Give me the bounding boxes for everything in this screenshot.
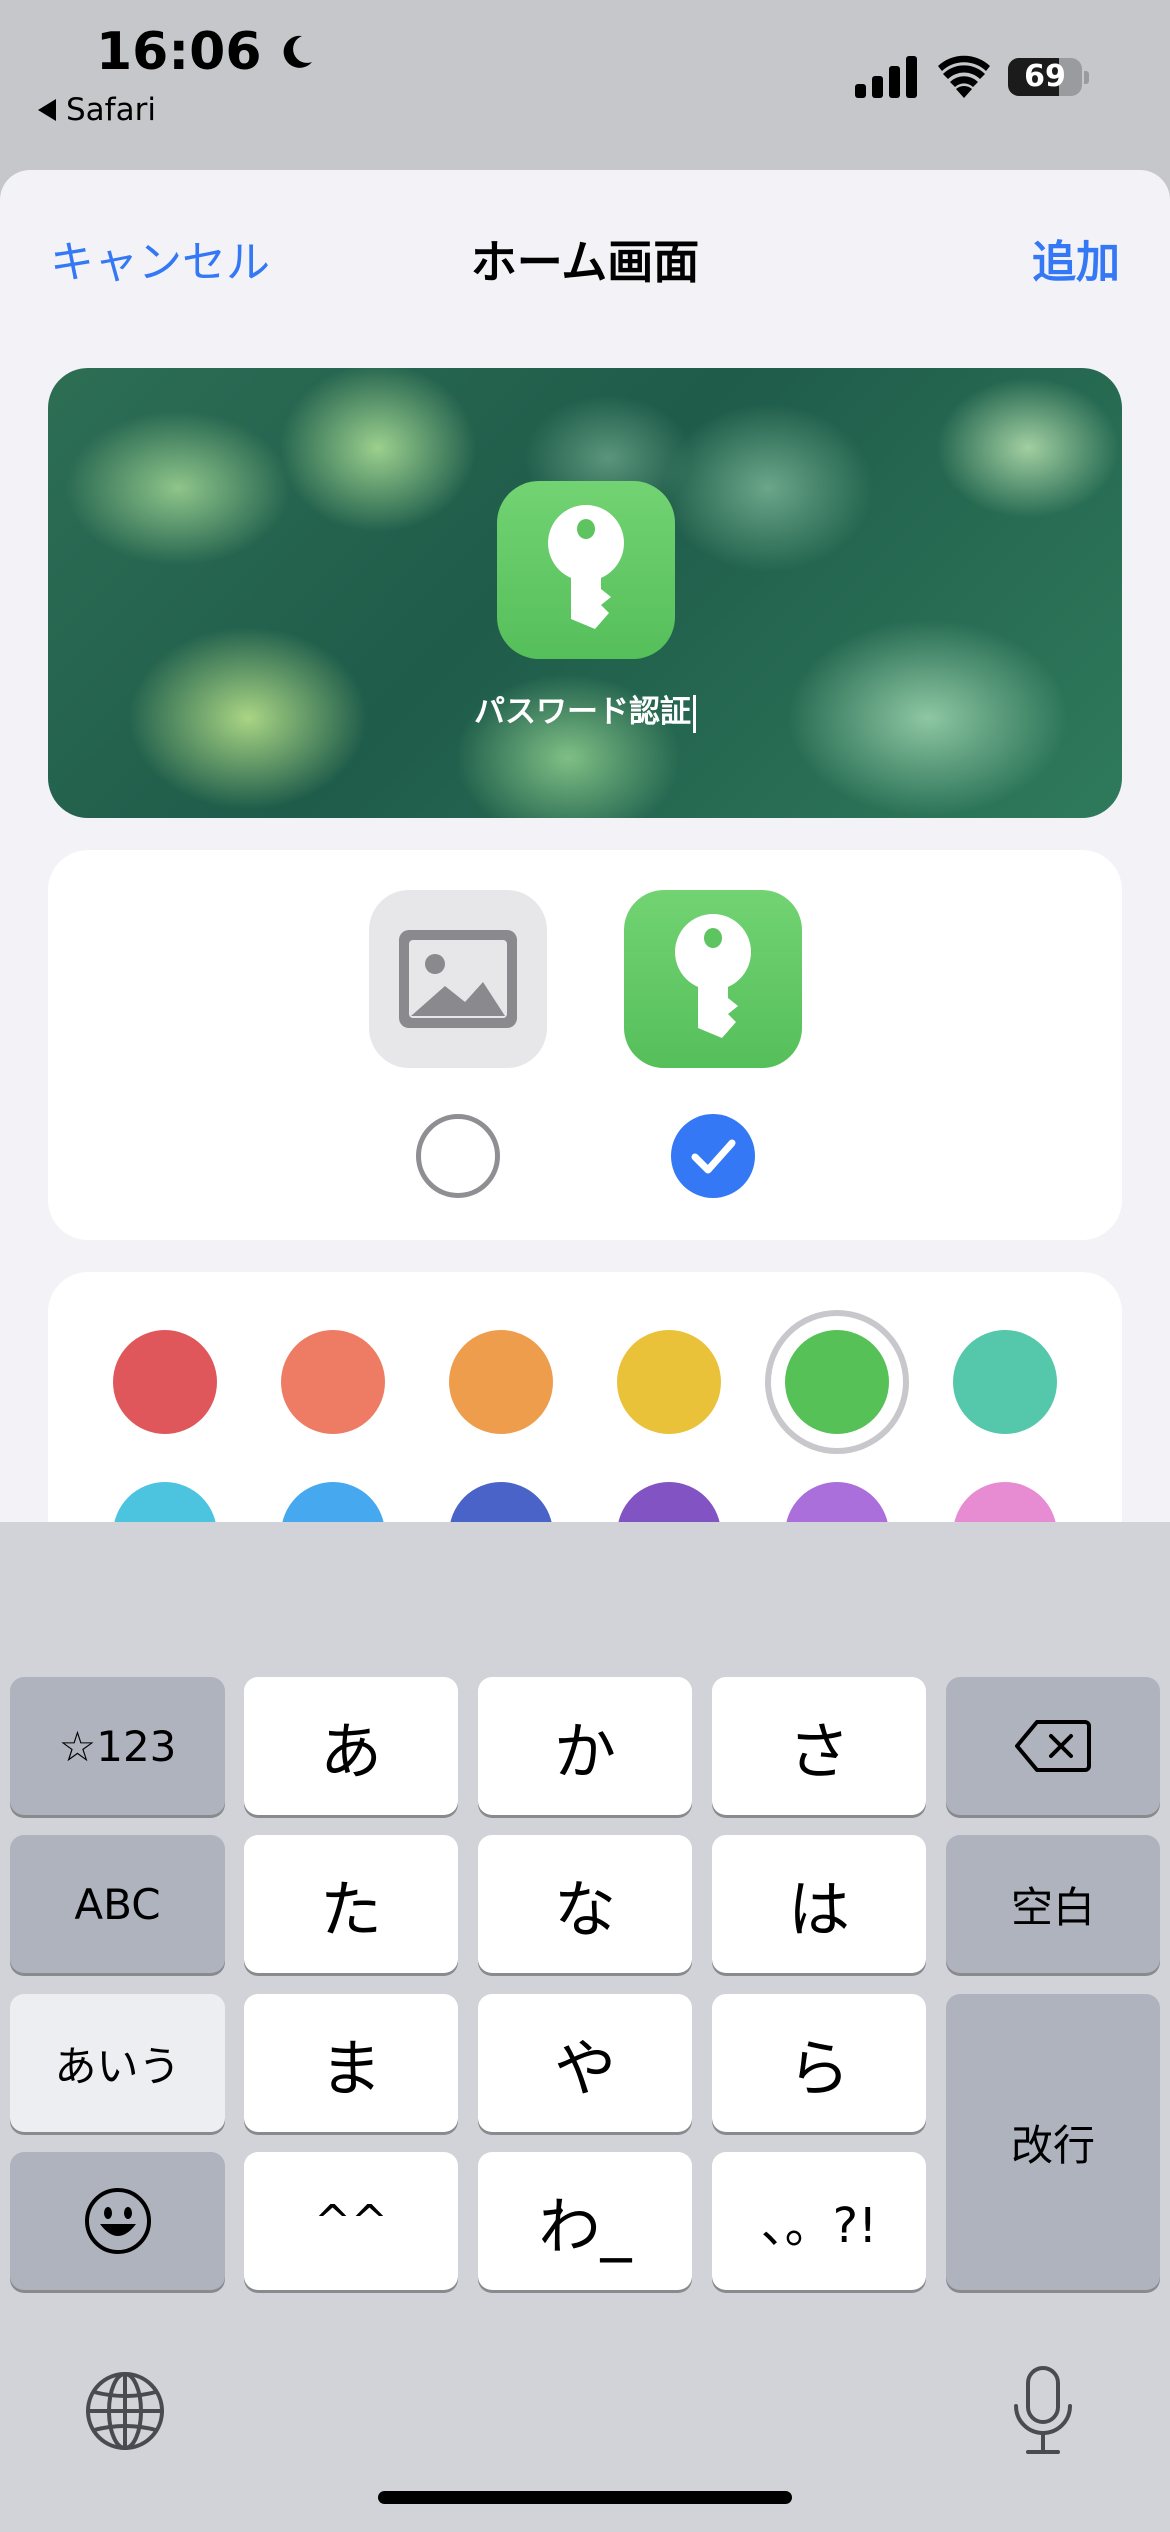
- status-time: 16:06: [96, 22, 262, 82]
- key-ka[interactable]: か: [478, 1677, 692, 1815]
- space-key[interactable]: 空白: [946, 1835, 1160, 1973]
- key-a[interactable]: あ: [244, 1677, 458, 1815]
- color-swatch-selected[interactable]: [785, 1330, 889, 1434]
- color-swatch[interactable]: [617, 1330, 721, 1434]
- icon-choice-card: [48, 850, 1122, 1240]
- japanese-kana-keyboard: ☆123 あ か さ ABC た な は 空白 あいう ま や ら 改行 ^^ …: [0, 1522, 1170, 2532]
- app-name-text: パスワード認証: [474, 694, 691, 730]
- photo-icon: [399, 930, 517, 1028]
- backspace-key[interactable]: [946, 1677, 1160, 1815]
- key-ha[interactable]: は: [712, 1835, 926, 1973]
- key-sa[interactable]: さ: [712, 1677, 926, 1815]
- status-clock: 16:06: [96, 22, 316, 82]
- radio-app-selected[interactable]: [671, 1114, 755, 1198]
- text-cursor: [693, 694, 696, 733]
- back-arrow-icon: [38, 99, 56, 121]
- key-numbers[interactable]: ☆123: [10, 1677, 225, 1815]
- key-ma[interactable]: ま: [244, 1994, 458, 2132]
- back-to-app[interactable]: Safari: [38, 92, 156, 128]
- backspace-icon: [1015, 1720, 1091, 1772]
- key-punctuation[interactable]: 、。?!: [712, 2152, 926, 2290]
- add-button[interactable]: 追加: [1032, 226, 1120, 290]
- key-icon: [548, 505, 624, 629]
- home-screen-preview: パスワード認証: [48, 368, 1122, 818]
- app-icon-preview: [497, 481, 675, 659]
- app-name-field[interactable]: パスワード認証: [48, 686, 1122, 733]
- battery-indicator: 69: [1008, 58, 1090, 96]
- checkmark-icon: [691, 1139, 736, 1174]
- key-icon: [675, 914, 751, 1038]
- key-na[interactable]: な: [478, 1835, 692, 1973]
- home-indicator: [378, 2491, 792, 2504]
- status-bar: 16:06 Safari 69: [0, 0, 1170, 170]
- microphone-icon[interactable]: [1008, 2364, 1078, 2458]
- nav-bar: キャンセル ホーム画面 追加: [0, 170, 1170, 340]
- color-swatch[interactable]: [281, 1330, 385, 1434]
- icon-option-photo[interactable]: [369, 890, 547, 1068]
- moon-icon: [283, 35, 312, 68]
- key-emoticon[interactable]: ^^: [244, 2152, 458, 2290]
- icon-option-app[interactable]: [624, 890, 802, 1068]
- key-wa[interactable]: わ_: [478, 2152, 692, 2290]
- key-ra[interactable]: ら: [712, 1994, 926, 2132]
- color-picker-card: [48, 1272, 1122, 1532]
- page-title: ホーム画面: [470, 235, 700, 289]
- add-to-home-sheet: キャンセル ホーム画面 追加 パスワード認証: [0, 170, 1170, 1532]
- key-ya[interactable]: や: [478, 1994, 692, 2132]
- globe-icon[interactable]: [84, 2370, 166, 2452]
- color-swatch[interactable]: [113, 1330, 217, 1434]
- return-key[interactable]: 改行: [946, 1994, 1160, 2290]
- emoji-key[interactable]: [10, 2152, 225, 2290]
- cellular-signal-icon: [855, 56, 917, 98]
- back-app-label: Safari: [66, 92, 156, 128]
- key-ta[interactable]: た: [244, 1835, 458, 1973]
- emoji-icon: [84, 2188, 151, 2254]
- battery-percent: 69: [1024, 59, 1066, 94]
- key-kana-mode[interactable]: あいう: [10, 1994, 225, 2132]
- key-abc[interactable]: ABC: [10, 1835, 225, 1973]
- wifi-icon: [938, 55, 990, 98]
- color-swatch[interactable]: [953, 1330, 1057, 1434]
- color-swatch[interactable]: [449, 1330, 553, 1434]
- radio-photo[interactable]: [416, 1114, 500, 1198]
